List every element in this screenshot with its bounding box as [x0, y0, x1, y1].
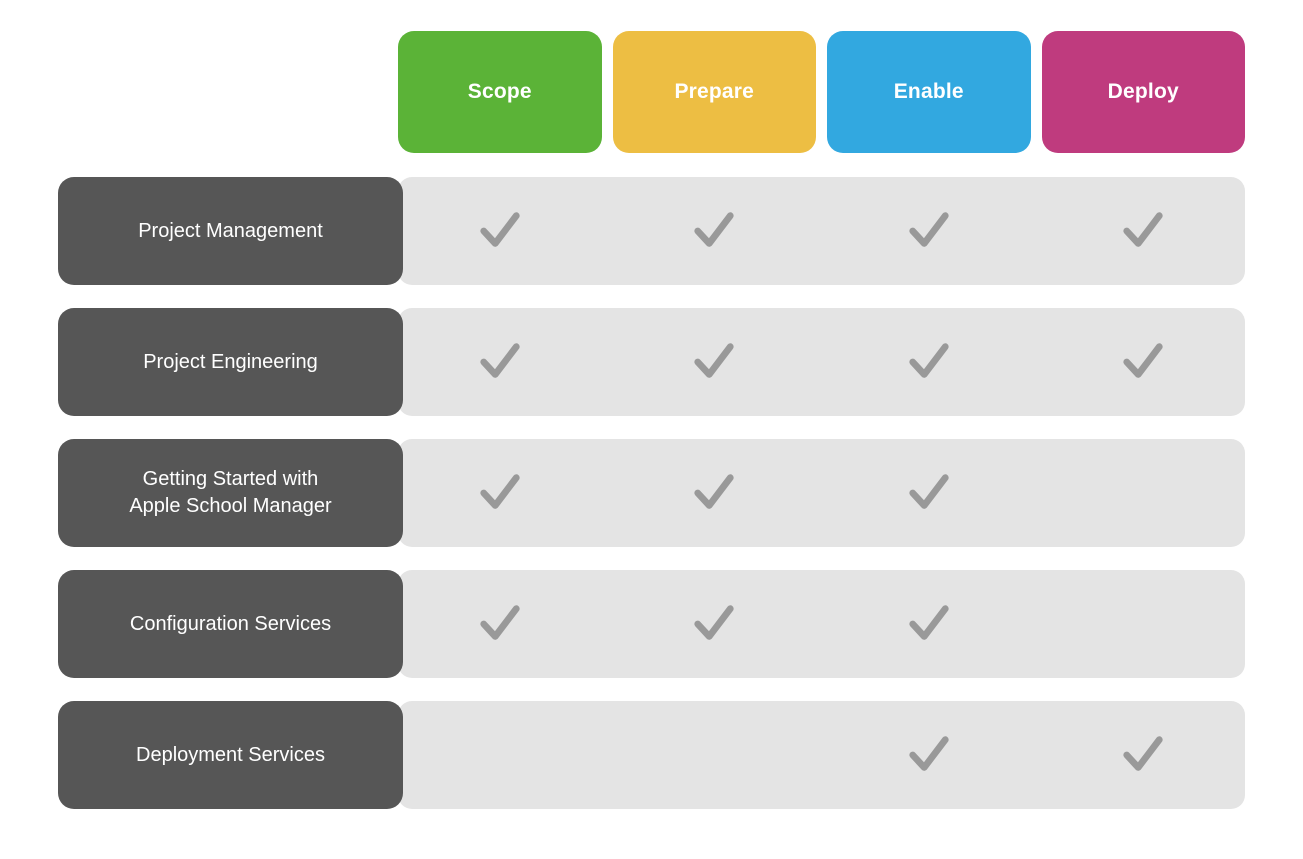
checkmark-icon: [1123, 343, 1163, 378]
table-row: Project Management: [0, 177, 1303, 285]
row-label-line: Project Engineering: [143, 350, 318, 373]
cell-scope-row5[interactable]: [398, 701, 602, 809]
checkmark-icon: [1123, 736, 1163, 771]
cell-enable-row4[interactable]: [827, 570, 1031, 678]
row-label-text: Project Management: [138, 218, 323, 245]
phase-header-deploy[interactable]: Deploy: [1041, 31, 1245, 153]
cell-deploy-row3[interactable]: [1042, 439, 1246, 547]
row-cells: [398, 177, 1245, 285]
row-label-text: Configuration Services: [130, 611, 331, 638]
row-label-line: Project Management: [138, 219, 323, 242]
cell-prepare-row2[interactable]: [613, 308, 817, 416]
cell-scope-row4[interactable]: [398, 570, 602, 678]
table-row: Project Engineering: [0, 308, 1303, 416]
row-label-line: Configuration Services: [129, 612, 332, 635]
row-label-line: Apple School Manager: [129, 495, 332, 517]
checkmark-icon: [909, 343, 949, 378]
checkmark-icon: [694, 605, 734, 640]
cell-deploy-row2[interactable]: [1042, 308, 1246, 416]
row-label-line: Getting Started with: [142, 468, 319, 490]
cell-deploy-row1[interactable]: [1042, 177, 1246, 285]
cell-enable-row3[interactable]: [827, 439, 1031, 547]
phase-header-label: Enable: [893, 80, 964, 103]
checkmark-icon: [909, 212, 949, 247]
checkmark-icon: [1123, 212, 1163, 247]
checkmark-icon: [480, 212, 520, 247]
row-label-text: Project Engineering: [143, 349, 318, 376]
row-label-text: Deployment Services: [136, 742, 325, 769]
row-label-3[interactable]: Getting Started with Apple School Manager: [58, 439, 403, 547]
checkmark-icon: [694, 212, 734, 247]
row-label-line: Deployment Services: [136, 743, 325, 766]
phase-header-row: Scope Prepare Enable Deploy: [398, 31, 1245, 153]
cell-enable-row5[interactable]: [827, 701, 1031, 809]
checkmark-icon: [480, 343, 520, 378]
checkmark-icon: [909, 474, 949, 509]
row-label-1[interactable]: Project Management: [58, 177, 403, 285]
row-label-4[interactable]: Configuration Services: [58, 570, 403, 678]
cell-scope-row1[interactable]: [398, 177, 602, 285]
cell-scope-row2[interactable]: [398, 308, 602, 416]
phase-service-matrix: Scope Prepare Enable Deploy Project Managem…: [0, 0, 1303, 859]
phase-header-prepare[interactable]: Prepare: [612, 31, 816, 153]
cell-deploy-row4[interactable]: [1042, 570, 1246, 678]
phase-header-label: Deploy: [1107, 80, 1179, 103]
row-cells: [398, 570, 1245, 678]
row-cells: [398, 701, 1245, 809]
table-row: Deployment Services: [0, 701, 1303, 809]
cell-prepare-row5[interactable]: [613, 701, 817, 809]
row-label-text: Getting Started with Apple School Manager: [129, 466, 331, 520]
checkmark-icon: [694, 343, 734, 378]
table-row: Configuration Services: [0, 570, 1303, 678]
matrix-rows: Project Management Project Engineering Get…: [0, 177, 1303, 832]
cell-scope-row3[interactable]: [398, 439, 602, 547]
phase-header-scope[interactable]: Scope: [398, 31, 602, 153]
checkmark-icon: [909, 605, 949, 640]
phase-header-label: Scope: [467, 80, 532, 103]
table-row: Getting Started with Apple School Manager: [0, 439, 1303, 547]
row-cells: [398, 439, 1245, 547]
row-cells: [398, 308, 1245, 416]
cell-prepare-row4[interactable]: [613, 570, 817, 678]
cell-enable-row2[interactable]: [827, 308, 1031, 416]
cell-prepare-row1[interactable]: [613, 177, 817, 285]
cell-deploy-row5[interactable]: [1042, 701, 1246, 809]
row-label-2[interactable]: Project Engineering: [58, 308, 403, 416]
checkmark-icon: [909, 736, 949, 771]
checkmark-icon: [480, 605, 520, 640]
checkmark-icon: [694, 474, 734, 509]
phase-header-enable[interactable]: Enable: [827, 31, 1031, 153]
cell-prepare-row3[interactable]: [613, 439, 817, 547]
row-label-5[interactable]: Deployment Services: [58, 701, 403, 809]
checkmark-icon: [480, 474, 520, 509]
phase-header-label: Prepare: [674, 80, 755, 103]
cell-enable-row1[interactable]: [827, 177, 1031, 285]
